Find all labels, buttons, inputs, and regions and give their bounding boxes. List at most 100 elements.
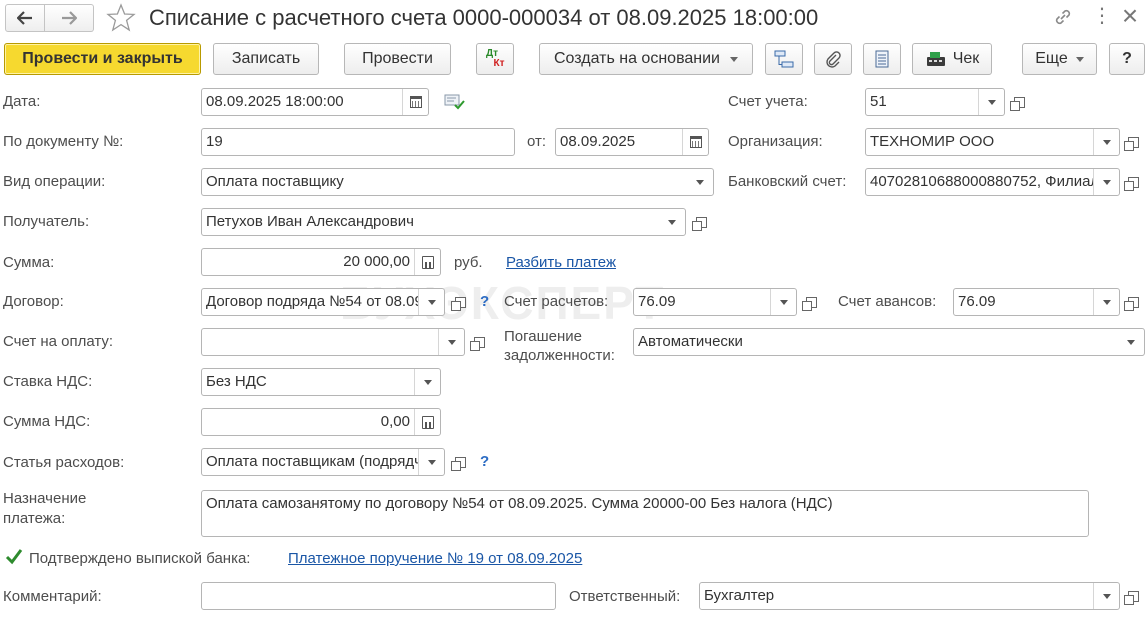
sum-field[interactable]: 20 000,00	[201, 248, 441, 276]
responsible-dropdown-button[interactable]	[1093, 583, 1119, 609]
split-payment-link[interactable]: Разбить платеж	[506, 254, 616, 272]
payment-order-link[interactable]: Платежное поручение № 19 от 08.09.2025	[288, 550, 582, 568]
advance-account-dropdown-button[interactable]	[1093, 289, 1119, 315]
report-button[interactable]	[863, 43, 901, 75]
recipient-select[interactable]: Петухов Иван Александрович	[201, 208, 686, 236]
account-dropdown-button[interactable]	[978, 89, 1004, 115]
settlement-account-open-button[interactable]	[799, 288, 823, 316]
settlement-account-dropdown-button[interactable]	[770, 289, 796, 315]
more-label: Еще	[1035, 50, 1068, 67]
doc-from-calendar-button[interactable]	[682, 129, 708, 155]
favorite-star-button[interactable]	[106, 3, 138, 33]
operation-value: Оплата поставщику	[206, 173, 344, 190]
save-button[interactable]: Записать	[213, 43, 319, 75]
recipient-label: Получатель:	[3, 213, 90, 230]
back-button[interactable]	[5, 4, 45, 32]
repayment-select[interactable]: Автоматически	[633, 328, 1145, 356]
post-button[interactable]: Провести	[344, 43, 451, 75]
comment-field[interactable]	[201, 582, 556, 610]
sum-calculator-button[interactable]	[414, 249, 440, 275]
organization-select[interactable]: ТЕХНОМИР ООО	[865, 128, 1120, 156]
date-value: 08.09.2025 18:00:00	[206, 93, 344, 110]
operation-dropdown-button[interactable]	[687, 169, 713, 195]
close-button[interactable]: ×	[1120, 1, 1140, 31]
settlement-account-value: 76.09	[638, 293, 676, 310]
invoice-dropdown-button[interactable]	[438, 329, 464, 355]
contract-label: Договор:	[3, 293, 64, 310]
vat-rate-value: Без НДС	[206, 373, 267, 390]
open-icon	[1009, 96, 1025, 111]
chevron-down-icon	[423, 379, 432, 385]
sum-currency: руб.	[454, 254, 483, 271]
dt-kt-button[interactable]: Дт Кт	[476, 43, 514, 75]
advance-account-label: Счет авансов:	[838, 293, 937, 310]
account-select[interactable]: 51	[865, 88, 1005, 116]
vat-sum-calculator-button[interactable]	[414, 409, 440, 435]
more-button[interactable]: Еще	[1022, 43, 1097, 75]
advance-account-select[interactable]: 76.09	[953, 288, 1120, 316]
purpose-textarea[interactable]: Оплата самозанятому по договору №54 от 0…	[201, 490, 1089, 537]
doc-number-field[interactable]: 19	[201, 128, 515, 156]
doc-from-field[interactable]: 08.09.2025	[555, 128, 709, 156]
account-open-button[interactable]	[1007, 88, 1031, 116]
comment-value	[202, 583, 555, 609]
chevron-down-icon	[427, 299, 436, 305]
organization-open-button[interactable]	[1121, 128, 1145, 156]
chevron-down-icon	[668, 219, 676, 225]
vat-rate-select[interactable]: Без НДС	[201, 368, 441, 396]
expense-select[interactable]: Оплата поставщикам (подрядчикам)	[201, 448, 445, 476]
link-button[interactable]	[1052, 6, 1074, 28]
responsible-open-button[interactable]	[1121, 582, 1145, 610]
document-check-icon	[444, 94, 465, 110]
open-icon	[469, 336, 485, 351]
expense-label: Статья расходов:	[3, 454, 125, 471]
help-button[interactable]: ?	[1109, 43, 1145, 75]
vat-sum-field[interactable]: 0,00	[201, 408, 441, 436]
contract-open-button[interactable]	[448, 288, 472, 316]
date-label: Дата:	[3, 93, 41, 110]
more-actions-button[interactable]: ⋮	[1092, 4, 1112, 28]
structure-button[interactable]	[765, 43, 803, 75]
contract-value: Договор подряда №54 от 08.09.2025	[206, 293, 418, 310]
invoice-select[interactable]	[201, 328, 465, 356]
settlement-account-select[interactable]: 76.09	[633, 288, 797, 316]
expense-open-button[interactable]	[448, 448, 472, 476]
expense-help-icon[interactable]: ?	[480, 453, 489, 470]
repayment-dropdown-button[interactable]	[1118, 329, 1144, 355]
responsible-select[interactable]: Бухгалтер	[699, 582, 1120, 610]
receipt-button[interactable]: Чек	[912, 43, 992, 75]
invoice-open-button[interactable]	[467, 328, 491, 356]
chevron-down-icon	[1102, 179, 1111, 185]
post-and-close-button[interactable]: Провести и закрыть	[4, 43, 201, 75]
recipient-dropdown-button[interactable]	[659, 209, 685, 235]
doc-number-label: По документу №:	[3, 133, 124, 150]
attachments-button[interactable]	[814, 43, 852, 75]
receipt-label: Чек	[952, 50, 980, 67]
bank-account-select[interactable]: 40702810688000880752, Филиал	[865, 168, 1120, 196]
status-check-button[interactable]	[444, 93, 466, 111]
responsible-value: Бухгалтер	[704, 587, 775, 604]
contract-select[interactable]: Договор подряда №54 от 08.09.2025	[201, 288, 445, 316]
operation-select[interactable]: Оплата поставщику	[201, 168, 714, 196]
advance-account-open-button[interactable]	[1121, 288, 1145, 316]
expense-dropdown-button[interactable]	[418, 449, 444, 475]
create-based-on-button[interactable]: Создать на основании	[539, 43, 753, 75]
window-title: Списание с расчетного счета 0000-000034 …	[149, 5, 819, 30]
forward-button[interactable]	[45, 4, 94, 32]
date-calendar-button[interactable]	[402, 89, 428, 115]
vat-rate-dropdown-button[interactable]	[414, 369, 440, 395]
bank-account-open-button[interactable]	[1121, 168, 1145, 196]
date-field[interactable]: 08.09.2025 18:00:00	[201, 88, 429, 116]
recipient-open-button[interactable]	[689, 208, 713, 236]
settlement-help-icon[interactable]: ?	[480, 293, 489, 310]
organization-label: Организация:	[728, 133, 823, 150]
repayment-label-line2: задолженности:	[504, 347, 615, 364]
bank-account-dropdown-button[interactable]	[1093, 169, 1119, 195]
confirmed-checkbox[interactable]	[4, 547, 24, 567]
organization-value: ТЕХНОМИР ООО	[870, 133, 995, 150]
organization-dropdown-button[interactable]	[1093, 129, 1119, 155]
kt-label: Кт	[493, 58, 505, 69]
dt-kt-icon: Дт Кт	[485, 49, 505, 69]
contract-dropdown-button[interactable]	[418, 289, 444, 315]
calendar-icon	[689, 136, 702, 148]
